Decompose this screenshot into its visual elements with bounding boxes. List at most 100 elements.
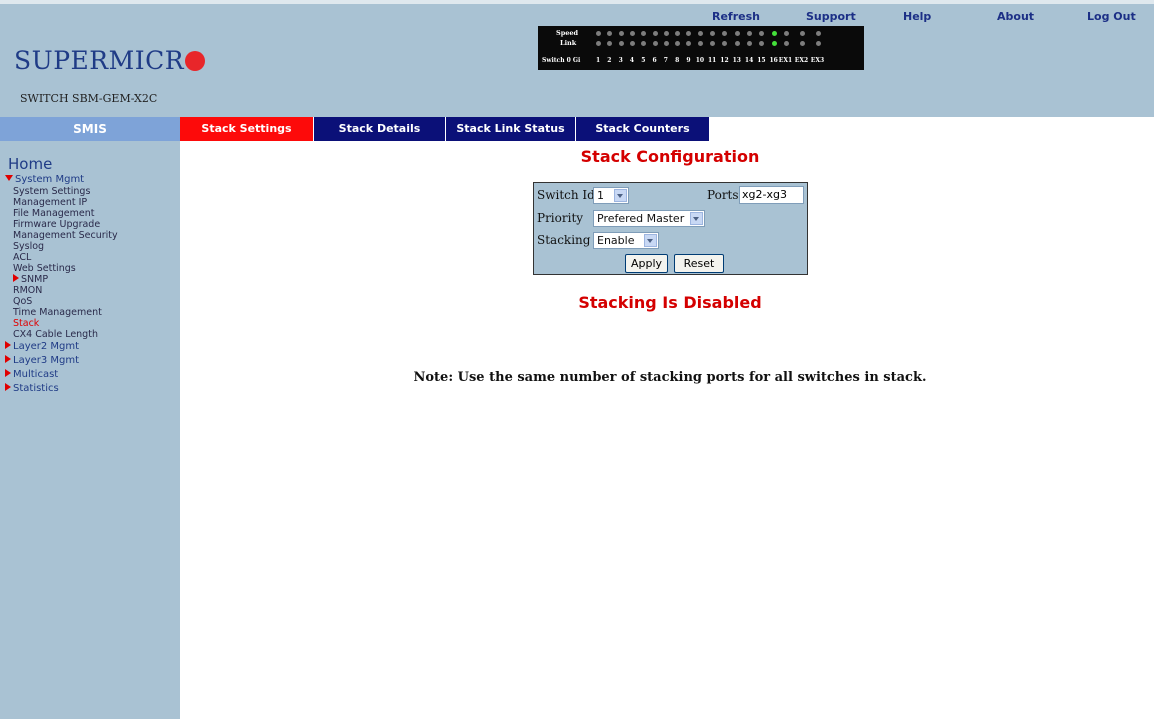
link-led-3 (618, 41, 624, 46)
reset-button[interactable]: Reset (674, 254, 724, 273)
system-mgmt-label: System Mgmt (15, 174, 85, 185)
apply-button[interactable]: Apply (625, 254, 668, 273)
port-number-7: 7 (663, 57, 668, 64)
speed-led-10 (697, 31, 703, 36)
refresh-link[interactable]: Refresh (712, 10, 760, 23)
sidebar-item-system-settings[interactable]: System Settings (13, 186, 90, 197)
stacking-note: Note: Use the same number of stacking po… (413, 370, 927, 385)
port-number-4: 4 (629, 57, 635, 64)
link-led-7 (663, 41, 669, 46)
sidebar-item-firmware-upgrade[interactable]: Firmware Upgrade (13, 219, 100, 230)
top-links: Refresh Support Help About Log Out (0, 10, 1154, 26)
switch-id-value: 1 (597, 189, 604, 202)
port-number-16: 16 (769, 57, 778, 64)
port-number-EX2: EX2 (794, 57, 809, 64)
speed-led-11 (710, 31, 715, 36)
link-led-13 (734, 41, 740, 46)
speed-led-3 (618, 31, 624, 36)
snmp-label: SNMP (21, 274, 49, 285)
collapsed-arrow-icon (5, 383, 11, 391)
sidebar-item-snmp[interactable]: SNMP (13, 274, 48, 285)
layer3-mgmt-label: Layer3 Mgmt (13, 355, 80, 366)
priority-label: Priority (537, 211, 584, 225)
priority-value: Prefered Master (597, 212, 685, 225)
logout-link[interactable]: Log Out (1087, 10, 1136, 23)
collapsed-arrow-icon (5, 355, 11, 363)
dropdown-arrow-icon (614, 189, 627, 202)
sidebar-multicast[interactable]: Multicast (5, 369, 58, 380)
sidebar-item-qos[interactable]: QoS (13, 296, 32, 307)
multicast-label: Multicast (13, 369, 59, 380)
page-title: Stack Configuration (580, 147, 760, 166)
about-link[interactable]: About (997, 10, 1034, 23)
logo-dot-icon (185, 51, 206, 71)
link-led-14 (746, 41, 752, 46)
link-led-EX3 (815, 41, 821, 46)
switch-label: Switch 0 Gi (542, 57, 581, 64)
port-number-6: 6 (652, 57, 657, 64)
link-led-11 (710, 41, 715, 46)
header: Refresh Support Help About Log Out Speed… (0, 0, 1154, 117)
switch-id-label: Switch Id (537, 188, 595, 202)
stacking-status-message: Stacking Is Disabled (578, 293, 762, 312)
support-link[interactable]: Support (806, 10, 856, 23)
port-number-8: 8 (675, 57, 680, 64)
help-link[interactable]: Help (903, 10, 931, 23)
port-status-panel: Speed Link Switch 0 Gi 1 2 3 4 5 6 7 8 9 10 11 12 13… (538, 26, 864, 70)
sidebar-item-management-ip[interactable]: Management IP (13, 197, 87, 208)
logo-text: SUPERMICR (14, 46, 185, 75)
dropdown-arrow-icon (690, 212, 703, 225)
sidebar-item-acl[interactable]: ACL (13, 252, 31, 263)
speed-led-4 (629, 31, 635, 36)
link-led-10 (697, 41, 703, 46)
stacking-select[interactable]: Enable (593, 232, 659, 249)
speed-led-EX2 (799, 31, 805, 36)
switch-id-select[interactable]: 1 (593, 187, 629, 204)
sidebar-item-management-security[interactable]: Management Security (13, 230, 118, 241)
speed-led-EX3 (815, 31, 821, 36)
collapsed-arrow-icon (13, 274, 19, 282)
sidebar-item-syslog[interactable]: Syslog (13, 241, 44, 252)
speed-led-1 (596, 31, 601, 36)
port-number-15: 15 (757, 57, 766, 64)
port-number-9: 9 (686, 57, 691, 64)
sidebar-layer2-mgmt[interactable]: Layer2 Mgmt (5, 341, 79, 352)
link-led-EX1 (783, 41, 789, 46)
tab-stack-settings[interactable]: Stack Settings (180, 117, 313, 141)
speed-led-6 (652, 31, 658, 36)
port-number-1: 1 (596, 57, 601, 64)
sidebar-home[interactable]: Home (8, 155, 52, 173)
sidebar-item-time-management[interactable]: Time Management (13, 307, 102, 318)
sidebar-item-stack[interactable]: Stack (13, 318, 39, 329)
tab-stack-counters[interactable]: Stack Counters (576, 117, 709, 141)
port-number-2: 2 (607, 57, 612, 64)
dropdown-arrow-icon (644, 234, 657, 247)
stacking-value: Enable (597, 234, 635, 247)
tab-stack-link-status[interactable]: Stack Link Status (446, 117, 575, 141)
link-led-1 (596, 41, 601, 46)
sidebar-item-file-management[interactable]: File Management (13, 208, 95, 219)
collapsed-arrow-icon (5, 341, 11, 349)
port-number-10: 10 (695, 57, 705, 64)
tab-stack-details[interactable]: Stack Details (314, 117, 445, 141)
port-number-5: 5 (641, 57, 646, 64)
supermicro-logo: SUPERMICR (14, 46, 206, 75)
priority-select[interactable]: Prefered Master (593, 210, 705, 227)
model-name: SWITCH SBM-GEM-X2C (20, 92, 158, 105)
ports-input[interactable]: xg2-xg3 (739, 186, 804, 204)
port-number-14: 14 (744, 57, 754, 64)
sidebar-item-rmon[interactable]: RMON (13, 285, 42, 296)
speed-led-7 (663, 31, 669, 36)
link-label: Link (560, 39, 577, 47)
sidebar-layer3-mgmt[interactable]: Layer3 Mgmt (5, 355, 79, 366)
stack-config-form: Switch Id 1 Ports xg2-xg3 Priority Prefe… (533, 182, 808, 275)
sidebar-system-mgmt[interactable]: System Mgmt (5, 174, 84, 185)
sidebar: Home System Mgmt System Settings Managem… (0, 141, 180, 719)
sidebar-statistics[interactable]: Statistics (5, 383, 59, 394)
sidebar-item-web-settings[interactable]: Web Settings (13, 263, 76, 274)
speed-label: Speed (556, 29, 579, 37)
stacking-label: Stacking (537, 233, 591, 247)
link-led-6 (652, 41, 658, 46)
ports-label: Ports (707, 188, 739, 202)
sidebar-item-cx4-cable-length[interactable]: CX4 Cable Length (13, 329, 98, 340)
